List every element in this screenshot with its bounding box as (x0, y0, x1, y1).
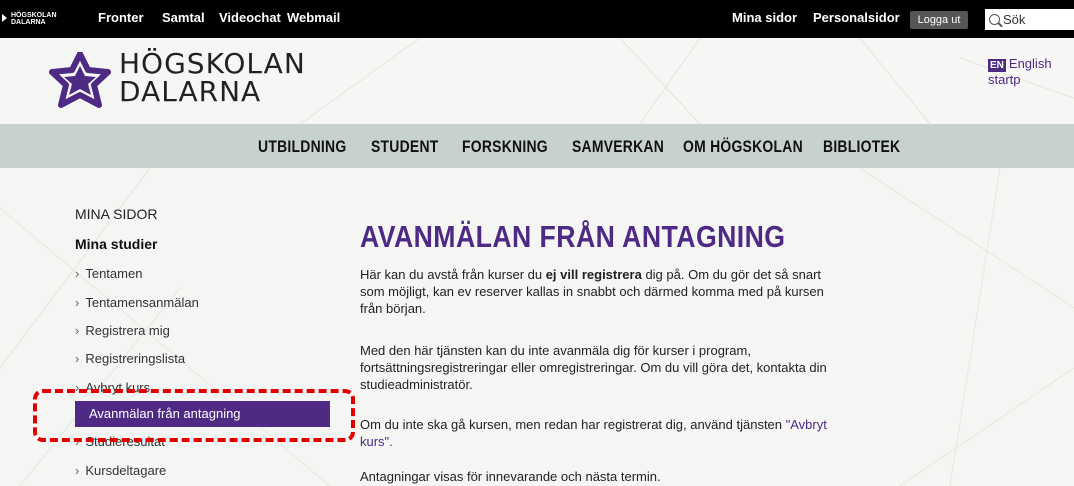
top-link-personalsidor[interactable]: Personalsidor (813, 10, 900, 25)
nav-samverkan[interactable]: SAMVERKAN (572, 137, 664, 157)
paragraph-avbryt: Om du inte ska gå kursen, men redan har … (360, 416, 835, 450)
chevron-right-icon: › (75, 351, 80, 366)
mini-logo-line1: HÖGSKOLAN (11, 12, 57, 19)
nav-student[interactable]: STUDENT (371, 137, 439, 157)
chevron-right-icon: › (75, 295, 80, 310)
sidebar-item-tentamen[interactable]: › Tentamen (75, 266, 142, 281)
nav-om-hogskolan[interactable]: OM HÖGSKOLAN (683, 137, 803, 157)
logo-line2: DALARNA (119, 75, 262, 108)
paragraph-text: Om du inte ska gå kursen, men redan har … (360, 417, 786, 432)
sidebar-heading: MINA SIDOR (75, 206, 158, 222)
chevron-right-icon: › (75, 266, 80, 281)
page-title: AVANMÄLAN FRÅN ANTAGNING (360, 219, 786, 254)
highlight-annotation (33, 389, 355, 442)
sidebar-item-registrera-mig[interactable]: › Registrera mig (75, 323, 170, 338)
paragraph-antagningar: Antagningar visas för innevarande och nä… (360, 469, 661, 484)
top-link-webmail[interactable]: Webmail (287, 10, 340, 25)
top-link-fronter[interactable]: Fronter (98, 10, 144, 25)
nav-bibliotek[interactable]: BIBLIOTEK (823, 137, 900, 157)
sidebar-item-label: Registrera mig (85, 323, 170, 338)
top-bar: HÖGSKOLAN DALARNA Fronter Samtal Videoch… (0, 0, 1074, 38)
sidebar-item-label: Kursdeltagare (85, 463, 167, 478)
sidebar-item-registreringslista[interactable]: › Registreringslista (75, 351, 185, 366)
logout-button[interactable]: Logga ut (910, 11, 968, 29)
chevron-right-icon: › (75, 463, 80, 478)
sidebar-item-kursdeltagare[interactable]: › Kursdeltagare (75, 463, 166, 478)
sidebar-item-tentamensanmalan[interactable]: › Tentamensanmälan (75, 295, 199, 310)
sidebar-item-label: Tentamensanmälan (85, 295, 199, 310)
search-icon (989, 14, 1000, 25)
english-link[interactable]: EN English startp (988, 56, 1074, 87)
top-link-mina-sidor[interactable]: Mina sidor (732, 10, 797, 25)
hogskolan-logo-icon[interactable] (48, 52, 112, 108)
sidebar-subheading[interactable]: Mina studier (75, 236, 157, 252)
nav-forskning[interactable]: FORSKNING (462, 137, 548, 157)
paragraph-intro: Här kan du avstå från kurser du ej vill … (360, 266, 835, 317)
chevron-right-icon: › (75, 323, 80, 338)
mini-logo-icon (2, 14, 7, 22)
paragraph-bold: ej vill registrera (545, 267, 642, 282)
paragraph-text: Här kan du avstå från kurser du (360, 267, 546, 282)
sidebar-item-label: Registreringslista (85, 351, 186, 366)
search-placeholder: Sök (1003, 12, 1026, 27)
main-nav: UTBILDNING STUDENT FORSKNING SAMVERKAN O… (0, 124, 1074, 168)
search-input[interactable]: Sök (985, 9, 1074, 30)
sidebar-item-label: Tentamen (85, 266, 143, 281)
top-link-samtal[interactable]: Samtal (162, 10, 205, 25)
top-link-videochat[interactable]: Videochat (219, 10, 281, 25)
nav-utbildning[interactable]: UTBILDNING (258, 137, 346, 157)
en-flag-icon: EN (988, 59, 1006, 72)
mini-logo-line2: DALARNA (11, 19, 46, 26)
mini-logo[interactable]: HÖGSKOLAN DALARNA (11, 12, 57, 26)
logo-line1: HÖGSKOLAN (119, 47, 306, 80)
logo-text[interactable]: HÖGSKOLAN DALARNA (119, 50, 306, 106)
paragraph-restrictions: Med den här tjänsten kan du inte avanmäl… (360, 343, 827, 392)
